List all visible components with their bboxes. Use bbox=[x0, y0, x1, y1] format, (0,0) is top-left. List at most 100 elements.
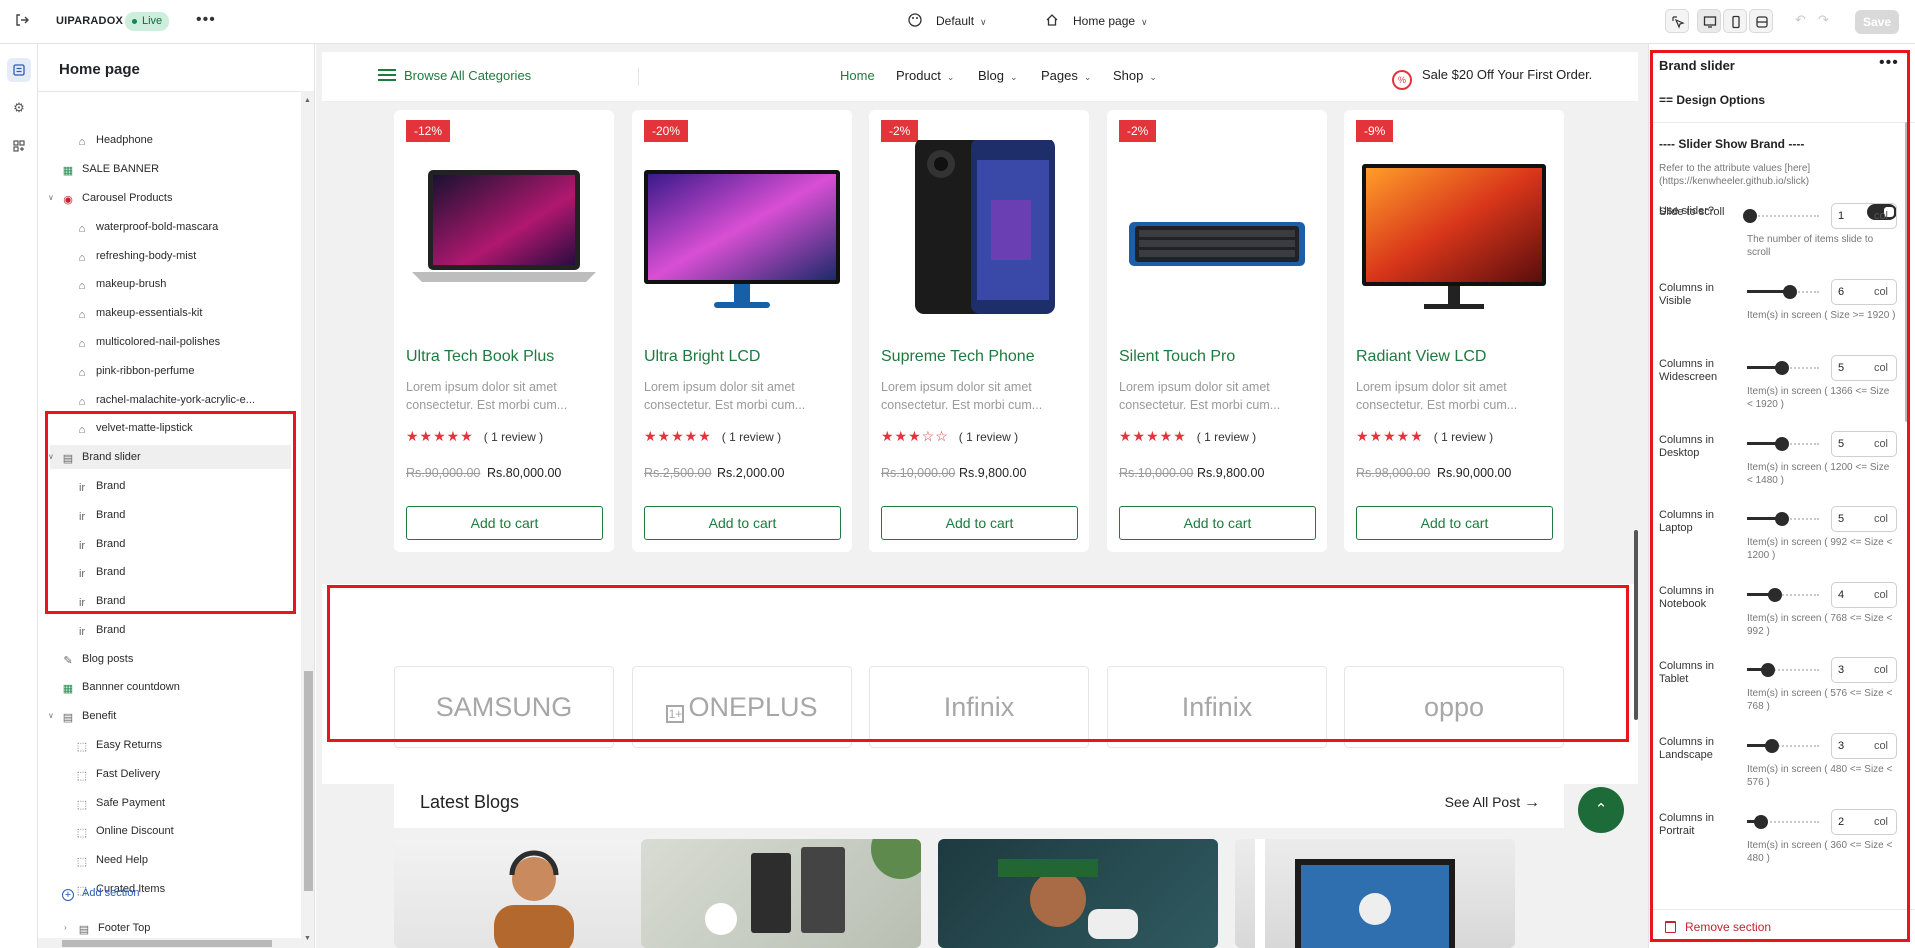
settings-scrollbar[interactable] bbox=[1905, 122, 1909, 422]
chevron-down-icon[interactable]: ∨ bbox=[48, 186, 54, 210]
theme-selector[interactable]: Default ∨ bbox=[908, 13, 987, 28]
product-card[interactable]: -2% Supreme Tech Phone Lorem ipsum dolor s… bbox=[869, 110, 1089, 552]
product-image[interactable] bbox=[1356, 140, 1552, 326]
undo-icon[interactable]: ↶ bbox=[1795, 12, 1806, 28]
scroll-up-icon[interactable]: ▲ bbox=[304, 97, 311, 104]
slider-handle[interactable] bbox=[1783, 285, 1797, 299]
number-input[interactable]: 5 col bbox=[1831, 355, 1897, 381]
fullscreen-icon[interactable] bbox=[1749, 9, 1773, 33]
tree-item[interactable]: ⌂ pink-ribbon-perfume bbox=[76, 359, 195, 383]
nav-link-blog[interactable]: Blog ⌄ bbox=[978, 68, 1018, 83]
add-to-cart-button[interactable]: Add to cart bbox=[1119, 506, 1316, 540]
product-card[interactable]: -20% Ultra Bright LCD Lorem ipsum dolor si… bbox=[632, 110, 852, 552]
number-input[interactable]: 1 col bbox=[1831, 203, 1897, 229]
blog-image[interactable] bbox=[1235, 839, 1515, 948]
number-input[interactable]: 3 col bbox=[1831, 733, 1897, 759]
product-card[interactable]: -2% Silent Touch Pro Lorem ipsum dolor sit… bbox=[1107, 110, 1327, 552]
tree-item[interactable]: ir Brand bbox=[76, 532, 125, 556]
product-image[interactable] bbox=[644, 140, 840, 326]
tree-item[interactable]: ⬚ Online Discount bbox=[76, 819, 174, 843]
tree-item[interactable]: ⬚ Fast Delivery bbox=[76, 762, 160, 786]
tree-item[interactable]: ⬚ Safe Payment bbox=[76, 791, 165, 815]
product-image[interactable] bbox=[1119, 140, 1315, 326]
tree-item[interactable]: ⌂ makeup-brush bbox=[76, 272, 167, 296]
number-input[interactable]: 5 col bbox=[1831, 506, 1897, 532]
tree-item[interactable]: ir Brand bbox=[76, 589, 125, 613]
nav-link-product[interactable]: Product ⌄ bbox=[896, 68, 954, 83]
tree-item[interactable]: ir Brand bbox=[76, 618, 125, 642]
add-to-cart-button[interactable]: Add to cart bbox=[1356, 506, 1553, 540]
product-name[interactable]: Supreme Tech Phone bbox=[881, 348, 1035, 366]
product-name[interactable]: Ultra Bright LCD bbox=[644, 348, 760, 366]
nav-link-shop[interactable]: Shop ⌄ bbox=[1113, 68, 1157, 83]
tree-item[interactable]: ∨ ▤ Benefit bbox=[48, 704, 116, 728]
tree-item[interactable]: ✎ Blog posts bbox=[62, 647, 133, 671]
brand-logo-card[interactable]: 1+ ONEPLUS bbox=[632, 666, 852, 748]
slider-handle[interactable] bbox=[1775, 512, 1789, 526]
blog-image[interactable] bbox=[938, 839, 1218, 948]
product-name[interactable]: Radiant View LCD bbox=[1356, 348, 1486, 366]
number-input[interactable]: 6 col bbox=[1831, 279, 1897, 305]
browse-categories-button[interactable]: Browse All Categories bbox=[378, 68, 531, 83]
desktop-view-icon[interactable] bbox=[1697, 9, 1721, 33]
more-options-icon[interactable]: ••• bbox=[1879, 54, 1899, 72]
tree-item[interactable]: ⬚ Easy Returns bbox=[76, 733, 162, 757]
brand-logo-card[interactable]: Infinix bbox=[869, 666, 1089, 748]
product-card[interactable]: -12% Ultra Tech Book Plus Lorem ipsum dolo… bbox=[394, 110, 614, 552]
product-name[interactable]: Ultra Tech Book Plus bbox=[406, 348, 554, 366]
product-image[interactable] bbox=[406, 140, 602, 326]
mobile-view-icon[interactable] bbox=[1723, 9, 1747, 33]
chevron-down-icon[interactable]: ∨ bbox=[48, 704, 54, 728]
exit-icon[interactable] bbox=[12, 12, 32, 32]
tree-item[interactable]: ⌂ Headphone bbox=[76, 128, 153, 152]
number-input[interactable]: 3 col bbox=[1831, 657, 1897, 683]
apps-icon[interactable] bbox=[7, 134, 31, 158]
page-selector[interactable]: Home page ∨ bbox=[1045, 13, 1148, 28]
slider-track[interactable] bbox=[1747, 215, 1819, 217]
product-name[interactable]: Silent Touch Pro bbox=[1119, 348, 1235, 366]
slider-handle[interactable] bbox=[1775, 437, 1789, 451]
nav-link-home[interactable]: Home bbox=[840, 68, 875, 83]
tree-item[interactable]: ir Brand bbox=[76, 474, 125, 498]
product-image[interactable] bbox=[881, 138, 1077, 326]
more-options-icon[interactable]: ••• bbox=[196, 11, 216, 29]
tree-item[interactable]: ⌂ waterproof-bold-mascara bbox=[76, 215, 219, 239]
tree-item[interactable]: ⬚ Need Help bbox=[76, 848, 148, 872]
scroll-to-top-button[interactable]: ⌃ bbox=[1578, 787, 1624, 833]
add-section-button[interactable]: + Add section bbox=[62, 881, 139, 905]
tree-item-footer-top[interactable]: › ▤ Footer Top bbox=[64, 916, 150, 940]
slider-handle[interactable] bbox=[1775, 361, 1789, 375]
brand-logo-card[interactable]: SAMSUNG bbox=[394, 666, 614, 748]
tree-item[interactable]: ⌂ refreshing-body-mist bbox=[76, 244, 197, 268]
tree-item[interactable]: ⌂ velvet-matte-lipstick bbox=[76, 416, 193, 440]
add-to-cart-button[interactable]: Add to cart bbox=[644, 506, 841, 540]
tree-item[interactable]: ▦ Bannner countdown bbox=[62, 675, 180, 699]
inspector-icon[interactable] bbox=[1665, 9, 1689, 33]
slider-handle[interactable] bbox=[1765, 739, 1779, 753]
add-to-cart-button[interactable]: Add to cart bbox=[881, 506, 1078, 540]
blog-image[interactable] bbox=[394, 839, 674, 948]
nav-link-pages[interactable]: Pages ⌄ bbox=[1041, 68, 1091, 83]
scrollbar-thumb[interactable] bbox=[304, 671, 313, 891]
add-to-cart-button[interactable]: Add to cart bbox=[406, 506, 603, 540]
tree-item[interactable]: ir Brand bbox=[76, 503, 125, 527]
tree-item[interactable]: ⌂ rachel-malachite-york-acrylic-e... bbox=[76, 388, 255, 412]
tree-item[interactable]: ⌂ multicolored-nail-polishes bbox=[76, 330, 220, 354]
tree-item[interactable]: ∨ ◉ Carousel Products bbox=[48, 186, 173, 210]
product-card[interactable]: -9% Radiant View LCD Lorem ipsum dolor sit… bbox=[1344, 110, 1564, 552]
scrollbar-thumb[interactable] bbox=[62, 940, 272, 947]
settings-gear-icon[interactable]: ⚙ bbox=[7, 96, 31, 120]
brand-logo-card[interactable]: Infinix bbox=[1107, 666, 1327, 748]
slider-handle[interactable] bbox=[1761, 663, 1775, 677]
redo-icon[interactable]: ↷ bbox=[1818, 12, 1829, 28]
number-input[interactable]: 2 col bbox=[1831, 809, 1897, 835]
tree-item[interactable]: ir Brand bbox=[76, 560, 125, 584]
scroll-down-icon[interactable]: ▼ bbox=[304, 935, 311, 942]
number-input[interactable]: 4 col bbox=[1831, 582, 1897, 608]
slider-handle[interactable] bbox=[1743, 209, 1757, 223]
chevron-down-icon[interactable]: ∨ bbox=[48, 445, 54, 469]
tree-item[interactable]: ⌂ makeup-essentials-kit bbox=[76, 301, 203, 325]
canvas-scrollbar[interactable] bbox=[1634, 530, 1638, 720]
tree-scrollbar[interactable]: ▲ ▼ bbox=[301, 91, 314, 948]
slider-handle[interactable] bbox=[1754, 815, 1768, 829]
